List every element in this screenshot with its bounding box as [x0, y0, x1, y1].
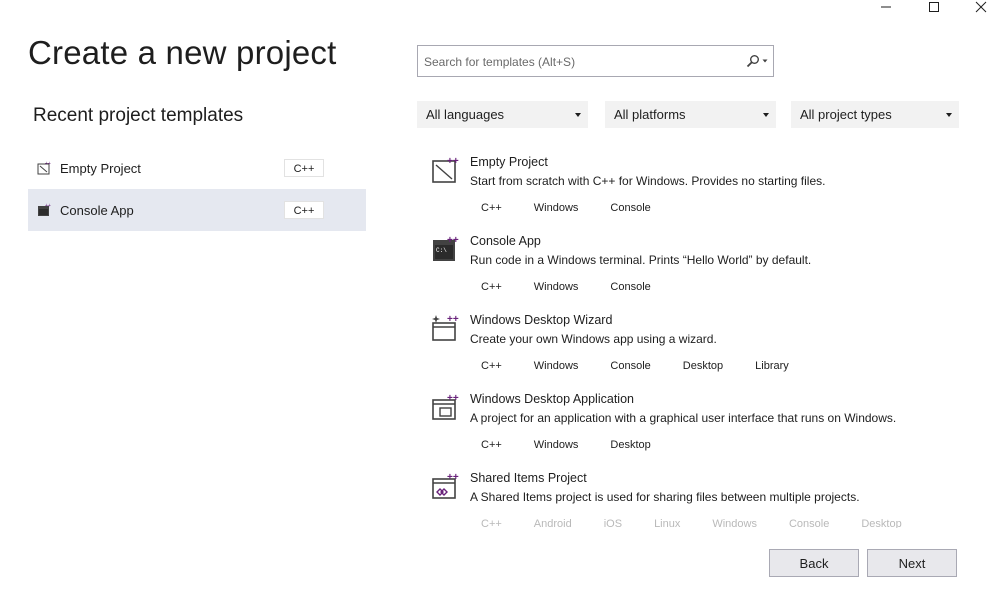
close-button[interactable]	[969, 0, 993, 14]
template-name: Console App	[470, 234, 541, 248]
search-icon	[746, 55, 759, 68]
template-description: A project for an application with a grap…	[470, 411, 897, 425]
empty-project-icon: ++	[37, 161, 51, 175]
template-name: Empty Project	[470, 155, 548, 169]
template-windows-desktop-application[interactable]: ++ Windows Desktop Application A project…	[417, 384, 977, 463]
template-console-app[interactable]: C:\ ++ Console App Run code in a Windows…	[417, 226, 977, 305]
recent-item-label: Empty Project	[60, 161, 141, 176]
template-description: Run code in a Windows terminal. Prints “…	[470, 253, 812, 267]
back-button[interactable]: Back	[769, 549, 859, 577]
template-list: ++ Empty Project Start from scratch with…	[417, 147, 977, 528]
page-title: Create a new project	[28, 34, 337, 71]
template-description: Start from scratch with C++ for Windows.…	[470, 174, 826, 188]
svg-text:C:\: C:\	[436, 247, 447, 254]
shared-items-icon: ++	[432, 472, 459, 499]
tag: Windows	[522, 278, 590, 297]
tag: Console	[599, 199, 662, 218]
language-filter-dropdown[interactable]: All languages	[417, 101, 588, 128]
template-tags: C++ Windows Console	[470, 199, 672, 218]
tag: Console	[599, 357, 662, 376]
template-tags: C++ Windows Console	[470, 278, 672, 297]
minimize-icon	[881, 6, 891, 8]
svg-text:++: ++	[447, 472, 459, 483]
tag: Linux	[643, 515, 692, 528]
console-app-icon: ++	[38, 203, 51, 216]
template-search-box	[417, 45, 774, 77]
close-icon	[975, 1, 987, 13]
svg-text:++: ++	[447, 314, 459, 325]
chevron-down-icon	[575, 113, 581, 117]
template-description: Create your own Windows app using a wiza…	[470, 332, 717, 346]
recent-item-console-app[interactable]: ++ Console App C++	[28, 189, 366, 231]
svg-text:++: ++	[447, 393, 459, 404]
recent-item-label: Console App	[60, 203, 134, 218]
recent-templates-list: ++ Empty Project C++ ++ Console App C++	[28, 147, 366, 231]
recent-templates-heading: Recent project templates	[33, 105, 244, 126]
template-tags: C++ Android iOS Linux Windows Console De…	[470, 515, 923, 528]
recent-item-empty-project[interactable]: ++ Empty Project C++	[28, 147, 366, 189]
tag: C++	[470, 278, 513, 297]
svg-text:++: ++	[45, 161, 51, 167]
tag: Console	[777, 515, 841, 528]
svg-text:++: ++	[447, 235, 459, 246]
template-name: Windows Desktop Wizard	[470, 313, 613, 327]
language-badge: C++	[284, 201, 324, 219]
tag: C++	[470, 515, 513, 528]
svg-text:++: ++	[447, 156, 459, 167]
tag: Windows	[522, 436, 590, 455]
tag: Desktop	[850, 515, 913, 528]
tag: C++	[470, 199, 513, 218]
tag: Windows	[701, 515, 768, 528]
template-tags: C++ Windows Console Desktop Library	[470, 357, 810, 376]
chevron-down-icon	[763, 113, 769, 117]
minimize-button[interactable]	[874, 0, 898, 14]
language-filter-label: All languages	[426, 107, 505, 122]
desktop-wizard-icon: ++	[432, 314, 459, 341]
next-button[interactable]: Next	[867, 549, 957, 577]
template-windows-desktop-wizard[interactable]: ++ Windows Desktop Wizard Create your ow…	[417, 305, 977, 384]
tag: Desktop	[599, 436, 662, 455]
maximize-icon	[929, 2, 939, 12]
tag: Desktop	[671, 357, 735, 376]
template-empty-project[interactable]: ++ Empty Project Start from scratch with…	[417, 147, 977, 226]
tag: C++	[470, 357, 513, 376]
template-description: A Shared Items project is used for shari…	[470, 490, 860, 504]
platform-filter-label: All platforms	[614, 107, 686, 122]
tag: Android	[522, 515, 583, 528]
template-name: Shared Items Project	[470, 471, 587, 485]
platform-filter-dropdown[interactable]: All platforms	[605, 101, 776, 128]
chevron-down-icon	[946, 113, 952, 117]
template-name: Windows Desktop Application	[470, 392, 634, 406]
tag: C++	[470, 436, 513, 455]
template-tags: C++ Windows Desktop	[470, 436, 672, 455]
empty-project-icon: ++	[432, 156, 459, 183]
tag: Library	[744, 357, 800, 376]
svg-text:++: ++	[45, 203, 51, 209]
search-options-button[interactable]	[743, 52, 771, 70]
template-search-input[interactable]	[422, 52, 736, 72]
tag: Windows	[522, 357, 590, 376]
template-shared-items-project[interactable]: ++ Shared Items Project A Shared Items p…	[417, 463, 977, 528]
tag: iOS	[592, 515, 634, 528]
tag: Windows	[522, 199, 590, 218]
project-type-filter-label: All project types	[800, 107, 892, 122]
console-app-icon: C:\ ++	[433, 235, 459, 261]
chevron-down-icon	[762, 59, 768, 63]
desktop-application-icon: ++	[432, 393, 459, 420]
language-badge: C++	[284, 159, 324, 177]
project-type-filter-dropdown[interactable]: All project types	[791, 101, 959, 128]
tag: Console	[599, 278, 662, 297]
maximize-button[interactable]	[922, 0, 946, 14]
